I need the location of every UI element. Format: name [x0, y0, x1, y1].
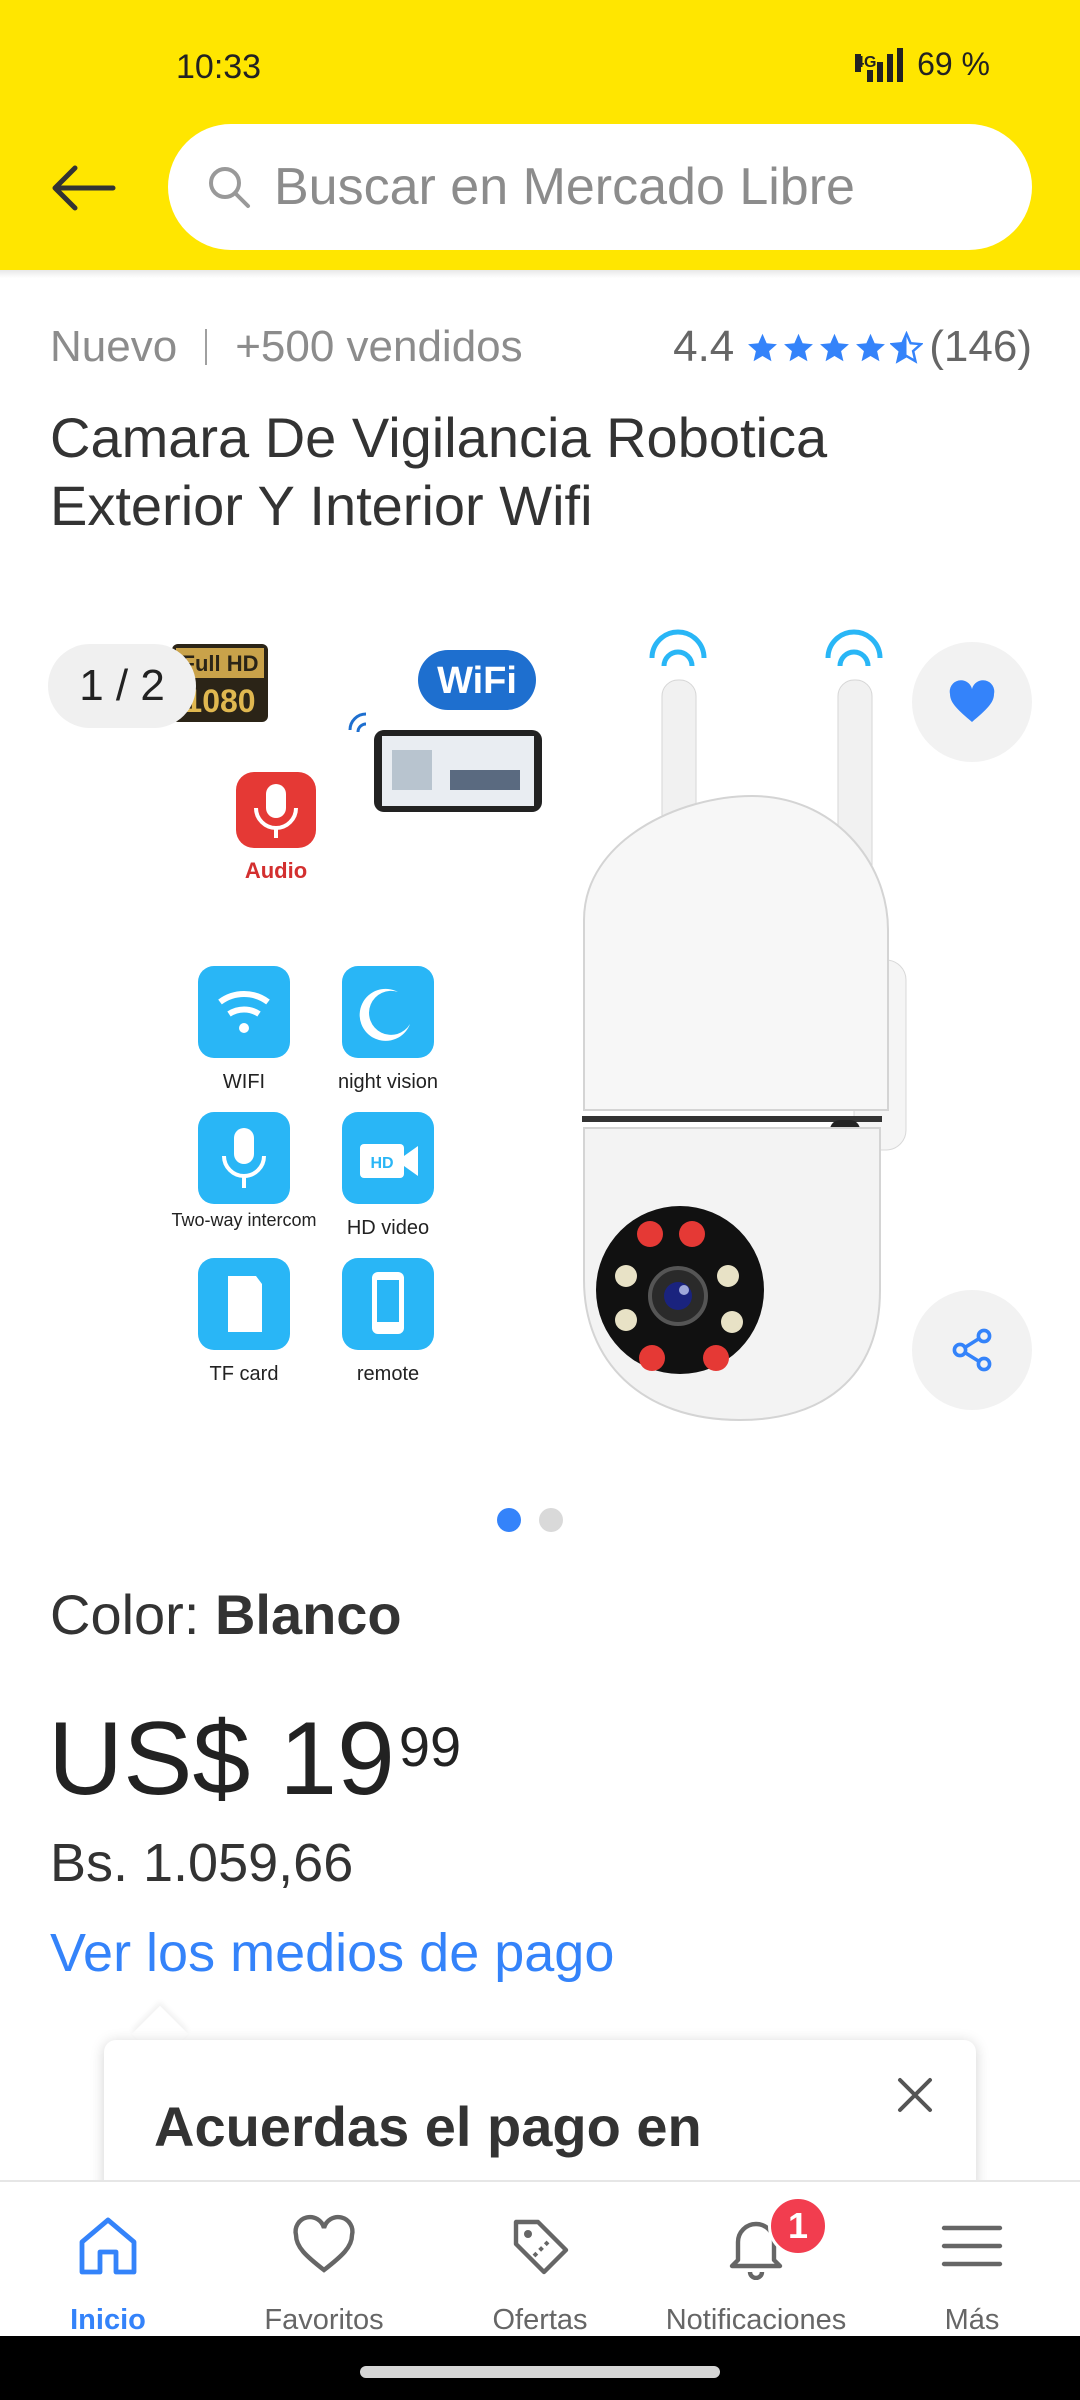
audio-feature: Audio — [236, 772, 316, 883]
search-placeholder: Buscar en Mercado Libre — [274, 158, 855, 216]
color-value: Blanco — [214, 1583, 402, 1646]
close-icon[interactable] — [890, 2070, 940, 2120]
share-button[interactable] — [912, 1290, 1032, 1410]
condition-label: Nuevo — [50, 322, 178, 371]
network-label: 4G — [855, 53, 877, 72]
search-icon — [209, 167, 250, 208]
app-header: 10:33 4G 69 % Buscar en Mercado Libre — [0, 0, 1080, 270]
home-indicator[interactable] — [360, 2366, 720, 2378]
header-shadow — [0, 270, 1080, 278]
signal-icon: 4G — [855, 47, 904, 82]
rating-summary[interactable]: 4.4 (146) — [673, 322, 1032, 372]
feature-label-hd-video: HD video — [347, 1217, 429, 1239]
feature-label-remote: remote — [357, 1363, 419, 1385]
rating-value: 4.4 — [673, 322, 735, 371]
share-icon — [952, 1328, 992, 1372]
hd-badge-text: HD — [370, 1155, 393, 1172]
feature-label-night-vision: night vision — [338, 1071, 438, 1093]
star-icon — [784, 333, 814, 361]
nav-label: Notificaciones — [665, 2304, 847, 2336]
star-half-icon — [890, 330, 924, 364]
gallery-pagination — [497, 1508, 563, 1532]
rating-stars — [746, 330, 924, 364]
review-count: (146) — [929, 322, 1032, 371]
color-selector[interactable]: Color: Blanco — [50, 1582, 402, 1647]
heart-icon — [949, 680, 995, 722]
feature-label-tf-card: TF card — [210, 1363, 279, 1385]
search-bar[interactable]: Buscar en Mercado Libre — [168, 124, 1032, 250]
feature-tiles: WIFI night vision Two-way intercom HD HD… — [171, 966, 438, 1385]
pagination-dot[interactable] — [539, 1508, 563, 1532]
battery-level: 69 % — [917, 46, 990, 82]
star-icon — [856, 333, 886, 361]
price-usd: US$ 19 99 — [48, 1700, 461, 1819]
wifi-logo: WiFi — [418, 650, 536, 710]
status-indicators: 4G 69 % — [855, 46, 990, 83]
favorite-button[interactable] — [912, 642, 1032, 762]
product-title: Camara De Vigilancia Robotica Exterior Y… — [50, 406, 828, 537]
home-icon — [79, 2217, 137, 2275]
audio-label: Audio — [245, 858, 307, 883]
color-label: Color: — [50, 1583, 215, 1646]
nav-label: Favoritos — [264, 2304, 384, 2336]
menu-icon — [941, 2225, 1003, 2267]
status-time: 10:33 — [176, 48, 262, 86]
heart-icon — [293, 2214, 355, 2273]
image-counter: 1 / 2 — [48, 644, 196, 728]
price-main: US$ 19 — [48, 1701, 395, 1817]
nav-label: Más — [944, 2304, 1000, 2336]
tag-icon — [513, 2219, 569, 2275]
star-icon — [748, 333, 778, 361]
feature-label-wifi: WIFI — [223, 1071, 265, 1093]
pagination-dot-active[interactable] — [497, 1508, 521, 1532]
phone-preview — [348, 712, 542, 812]
wifi-logo-text: WiFi — [437, 660, 517, 702]
payment-methods-link[interactable]: Ver los medios de pago — [50, 1922, 614, 1984]
status-bar: 10:33 4G 69 % — [0, 0, 1080, 130]
sold-count: +500 vendidos — [235, 322, 523, 371]
price-cents: 99 — [398, 1715, 462, 1778]
nav-label: Ofertas — [492, 2304, 588, 2336]
back-button[interactable] — [40, 146, 124, 230]
tooltip-text: Acuerdas el pago en — [154, 2095, 702, 2158]
product-meta: Nuevo +500 vendidos — [50, 322, 523, 372]
star-icon — [820, 333, 850, 361]
notification-badge: 1 — [768, 2196, 828, 2256]
arrow-left-icon — [52, 165, 116, 211]
camera-illustration — [582, 629, 907, 1422]
divider — [205, 329, 208, 365]
nav-label: Inicio — [70, 2304, 146, 2336]
feature-label-intercom: Two-way intercom — [171, 1210, 316, 1230]
price-bs: Bs. 1.059,66 — [50, 1833, 354, 1893]
